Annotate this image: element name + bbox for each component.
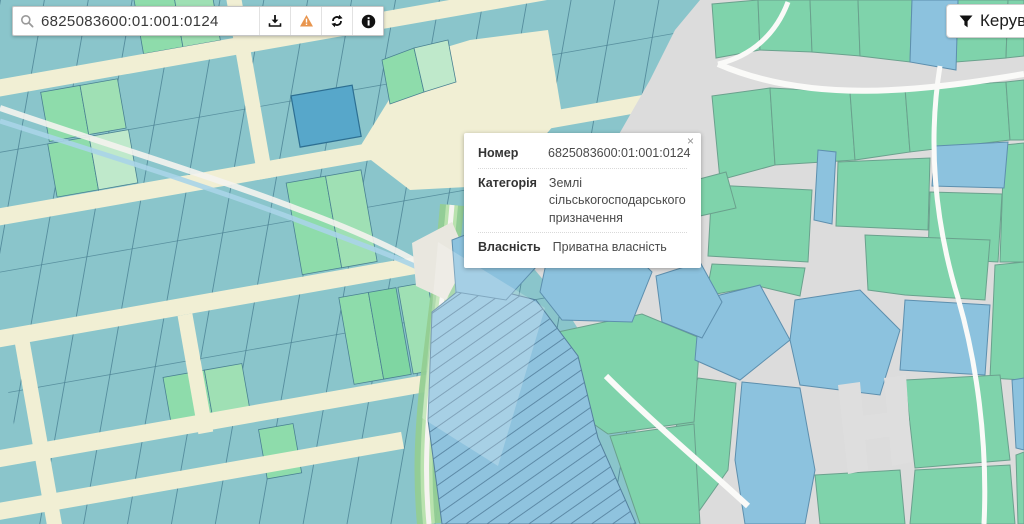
manage-button-label: Керуван: [980, 11, 1024, 31]
row-value: Землі сільськогосподарського призначення: [549, 175, 687, 228]
row-value: 6825083600:01:001:0124: [548, 145, 691, 163]
popup-row-number: Номер 6825083600:01:001:0124: [478, 139, 687, 169]
info-icon: [361, 14, 376, 29]
info-button[interactable]: [352, 7, 383, 35]
download-button[interactable]: [259, 7, 290, 35]
refresh-button[interactable]: [321, 7, 352, 35]
warning-button[interactable]: [290, 7, 321, 35]
parcel-info-popup: × Номер 6825083600:01:001:0124 Категорія…: [464, 133, 701, 268]
refresh-icon: [330, 14, 344, 28]
manage-layers-button[interactable]: Керуван: [946, 4, 1024, 38]
cadastral-map-app: { "search_bar": { "value": "6825083600:0…: [0, 0, 1024, 524]
row-value: Приватна власність: [553, 239, 687, 257]
close-icon[interactable]: ×: [687, 135, 694, 147]
row-label: Власність: [478, 239, 541, 257]
popup-row-ownership: Власність Приватна власність: [478, 233, 687, 262]
row-label: Номер: [478, 145, 536, 163]
search-icon: [13, 7, 41, 35]
dark-blue-parcel[interactable]: [291, 85, 361, 147]
popup-row-category: Категорія Землі сільськогосподарського п…: [478, 169, 687, 234]
download-icon: [268, 14, 282, 28]
row-label: Категорія: [478, 175, 537, 228]
warning-icon: [299, 14, 314, 28]
search-bar: [12, 6, 384, 36]
filter-funnel-icon: [959, 15, 973, 28]
search-input[interactable]: [41, 7, 259, 35]
